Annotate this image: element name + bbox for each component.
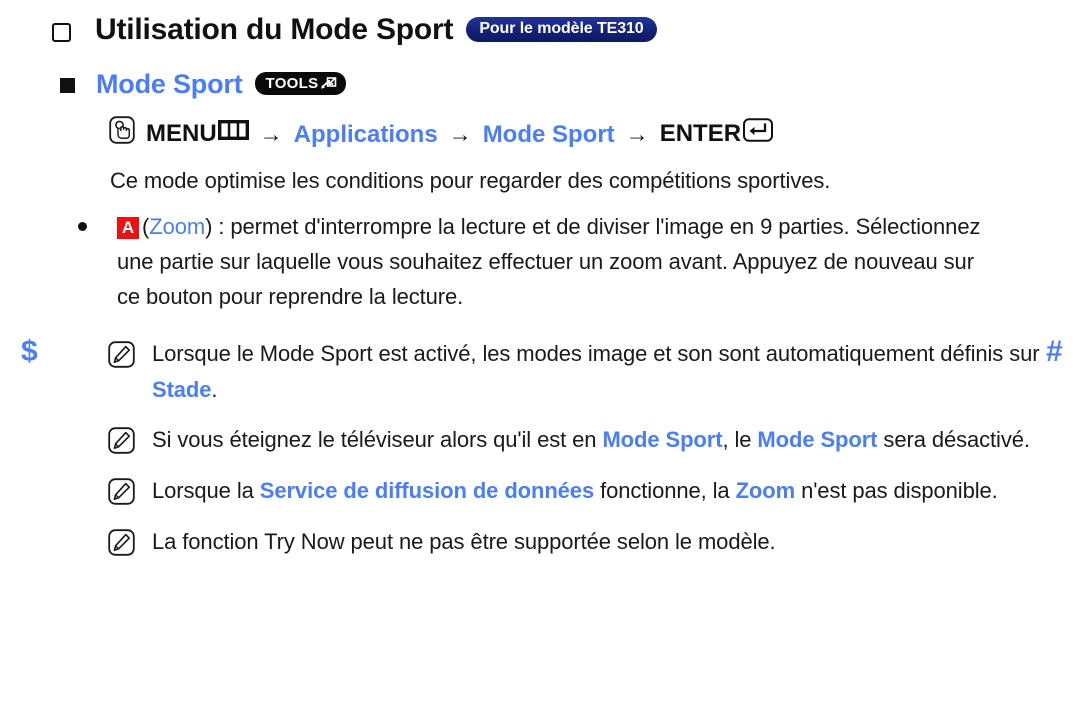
page-title-text: Utilisation du Mode Sport: [95, 13, 454, 46]
note-part: Lorsque le Mode Sport est activé, les mo…: [152, 341, 1040, 366]
note-part: fonctionne, la: [594, 478, 736, 503]
note-part: .: [211, 377, 218, 402]
page-title-row: Utilisation du Mode Sport Pour le modèle …: [0, 0, 1080, 47]
model-badge: Pour le modèle TE310: [466, 17, 657, 42]
note-text: Lorsque le Mode Sport est activé, les mo…: [152, 336, 1052, 408]
note-highlight-zoom: Zoom: [735, 478, 796, 503]
note-highlight-mode-sport-2: Mode Sport: [757, 427, 878, 452]
tools-badge-label: TOOLS: [265, 75, 319, 92]
menu-path-item-mode-sport[interactable]: Mode Sport: [483, 121, 615, 149]
bullet-item-zoom: A (Zoom) : permet d'interrompre la lectur…: [0, 194, 1080, 314]
menu-path-separator-2: →: [448, 121, 472, 147]
hand-press-icon: [109, 116, 135, 151]
note-highlight-mode-sport-1: Mode Sport: [602, 427, 723, 452]
section-heading: Mode Sport TOOLS: [96, 69, 347, 100]
note-part: Si vous éteignez le téléviseur alors qu'…: [152, 427, 603, 452]
note-part: n'est pas disponible.: [795, 478, 998, 503]
menu-path-item-applications[interactable]: Applications: [294, 121, 438, 149]
note-part: Lorsque la: [152, 478, 260, 503]
menu-path-item-menu[interactable]: MENU: [146, 120, 249, 149]
menu-path-separator-3: →: [625, 121, 649, 147]
note-item: Si vous éteignez le téléviseur alors qu'…: [0, 408, 1080, 459]
hollow-square-icon: [52, 22, 71, 42]
menu-path: MENU → Applications → Mode Sport → ENTER: [0, 100, 1080, 152]
section-heading-row: Mode Sport TOOLS: [0, 47, 1080, 100]
note-highlight-stade: Stade: [152, 377, 212, 402]
menu-path-label-menu: MENU: [146, 119, 217, 147]
menu-grid-icon: [217, 119, 249, 148]
menu-path-separator-1: →: [259, 121, 283, 147]
key-badge-a: A: [117, 217, 139, 239]
bullet-item-zoom-text: A (Zoom) : permet d'interrompre la lectur…: [117, 209, 997, 314]
note-item: La fonction Try Now peut ne pas être sup…: [0, 510, 1080, 561]
tools-arrow-icon: [320, 76, 337, 91]
intro-paragraph: Ce mode optimise les conditions pour reg…: [110, 168, 831, 193]
note-item: Lorsque le Mode Sport est activé, les mo…: [0, 314, 1080, 408]
note-pencil-icon: [108, 529, 135, 561]
filled-square-icon: [60, 78, 75, 93]
page-title: Utilisation du Mode Sport Pour le modèle …: [95, 13, 657, 47]
note-pencil-icon: [108, 341, 135, 408]
note-part: , le: [722, 427, 758, 452]
note-item: Lorsque la Service de diffusion de donné…: [0, 459, 1080, 510]
menu-path-item-enter[interactable]: ENTER: [659, 118, 774, 150]
bullet-key-label: Zoom: [149, 214, 206, 239]
note-text: La fonction Try Now peut ne pas être sup…: [152, 529, 776, 554]
tools-badge: TOOLS: [254, 72, 347, 95]
menu-path-label-enter: ENTER: [659, 119, 742, 147]
note-highlight-data-service: Service de diffusion de données: [259, 478, 595, 503]
manual-page: Utilisation du Mode Sport Pour le modèle …: [0, 0, 1080, 561]
section-heading-text: Mode Sport: [96, 69, 243, 99]
note-pencil-icon: [108, 427, 135, 459]
enter-return-icon: [743, 118, 774, 149]
bullet-line1-rest: ) : permet d'interrompre la lecture et d…: [205, 214, 850, 239]
note-pencil-icon: [108, 478, 135, 510]
note-part: sera désactivé.: [877, 427, 1030, 452]
note-text: Lorsque la Service de diffusion de donné…: [152, 473, 998, 510]
note-text: Si vous éteignez le téléviseur alors qu'…: [152, 422, 1030, 459]
dot-bullet-icon: [78, 222, 87, 231]
